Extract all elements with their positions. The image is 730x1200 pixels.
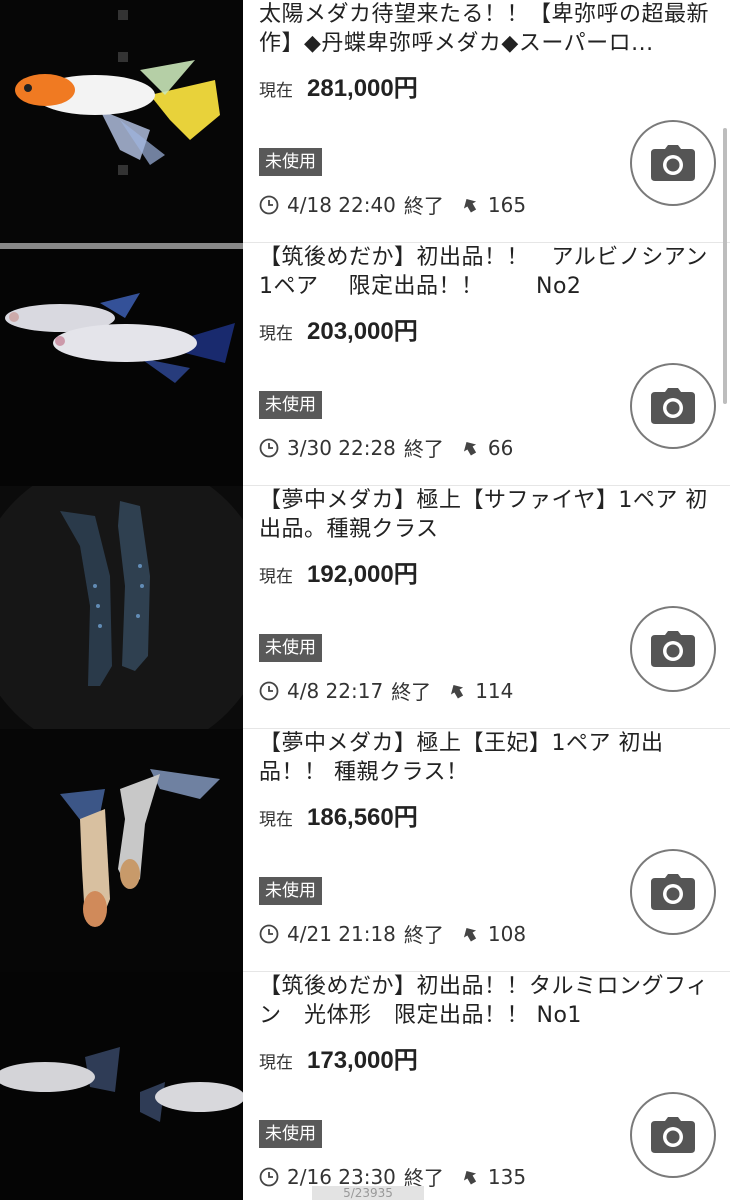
listing-thumbnail[interactable] — [0, 0, 243, 243]
list-item[interactable]: 【夢中メダカ】極上【サファイヤ】1ペア 初出品。種親クラス 現在 192,000… — [0, 486, 730, 729]
bid-count: 165 — [487, 192, 527, 217]
listing-thumbnail[interactable] — [0, 243, 243, 486]
gavel-icon — [463, 927, 477, 942]
gavel-icon — [463, 198, 477, 213]
gavel-icon — [463, 1170, 477, 1185]
camera-icon — [651, 874, 695, 910]
listing-thumbnail[interactable] — [0, 729, 243, 972]
list-item[interactable]: 【筑後めだか】初出品！！ アルビノシアン 1ペア 限定出品！！ No2 現在 2… — [0, 243, 730, 486]
price-label: 現在 — [259, 567, 293, 587]
list-item[interactable]: 太陽メダカ待望来たる！！【卑弥呼の超最新作】◆丹蝶卑弥呼メダカ◆スーパーロ...… — [0, 0, 730, 243]
current-price: 203,000円 — [307, 318, 418, 345]
listing-title[interactable]: 【夢中メダカ】極上【王妃】1ペア 初出品！！ 種親クラス！ — [259, 729, 709, 787]
camera-button[interactable] — [630, 363, 716, 449]
end-label: 終了 — [403, 194, 444, 218]
end-time: 4/21 21:18 — [287, 921, 396, 946]
price-label: 現在 — [259, 324, 293, 344]
clock-icon — [259, 681, 279, 700]
gavel-icon — [463, 441, 477, 456]
end-label: 終了 — [403, 923, 444, 947]
page-indicator: 5/23935 — [312, 1186, 424, 1200]
condition-badge: 未使用 — [259, 148, 322, 176]
bid-count: 108 — [487, 921, 527, 946]
listing-thumbnail[interactable] — [0, 486, 243, 729]
clock-icon — [259, 438, 279, 457]
clock-icon — [259, 1167, 279, 1186]
current-price: 281,000円 — [307, 75, 418, 102]
current-price: 192,000円 — [307, 561, 418, 588]
camera-icon — [651, 388, 695, 424]
camera-button[interactable] — [630, 849, 716, 935]
bid-count: 114 — [475, 678, 514, 703]
condition-badge: 未使用 — [259, 877, 322, 905]
end-time: 4/8 22:17 — [287, 678, 384, 703]
listing-title[interactable]: 【夢中メダカ】極上【サファイヤ】1ペア 初出品。種親クラス — [259, 486, 709, 544]
current-price: 173,000円 — [307, 1047, 418, 1074]
clock-icon — [259, 195, 279, 214]
camera-button[interactable] — [630, 120, 716, 206]
price-label: 現在 — [259, 1053, 293, 1073]
listing-thumbnail[interactable] — [0, 972, 243, 1200]
camera-icon — [651, 145, 695, 181]
end-time: 4/18 22:40 — [287, 192, 396, 217]
camera-icon — [651, 1117, 695, 1153]
listing-title[interactable]: 太陽メダカ待望来たる！！【卑弥呼の超最新作】◆丹蝶卑弥呼メダカ◆スーパーロ... — [259, 0, 709, 58]
scrollbar[interactable] — [723, 128, 727, 404]
list-item[interactable]: 【筑後めだか】初出品！！タルミロングフィン 光体形 限定出品！！ No1 現在 … — [0, 972, 730, 1200]
gavel-icon — [451, 684, 464, 699]
camera-button[interactable] — [630, 606, 716, 692]
clock-icon — [259, 924, 279, 943]
listing-title[interactable]: 【筑後めだか】初出品！！ アルビノシアン 1ペア 限定出品！！ No2 — [259, 243, 709, 301]
end-label: 終了 — [403, 437, 444, 461]
camera-button[interactable] — [630, 1092, 716, 1178]
end-label: 終了 — [391, 680, 432, 704]
end-time: 2/16 23:30 — [287, 1164, 396, 1189]
bid-count: 135 — [487, 1164, 527, 1189]
listing-title[interactable]: 【筑後めだか】初出品！！タルミロングフィン 光体形 限定出品！！ No1 — [259, 972, 709, 1030]
list-item[interactable]: 【夢中メダカ】極上【王妃】1ペア 初出品！！ 種親クラス！ 現在 186,560… — [0, 729, 730, 972]
price-label: 現在 — [259, 810, 293, 830]
condition-badge: 未使用 — [259, 634, 322, 662]
condition-badge: 未使用 — [259, 391, 322, 419]
end-time: 3/30 22:28 — [287, 435, 396, 460]
bid-count: 66 — [487, 435, 514, 460]
camera-icon — [651, 631, 695, 667]
price-label: 現在 — [259, 81, 293, 101]
condition-badge: 未使用 — [259, 1120, 322, 1148]
current-price: 186,560円 — [307, 804, 418, 831]
